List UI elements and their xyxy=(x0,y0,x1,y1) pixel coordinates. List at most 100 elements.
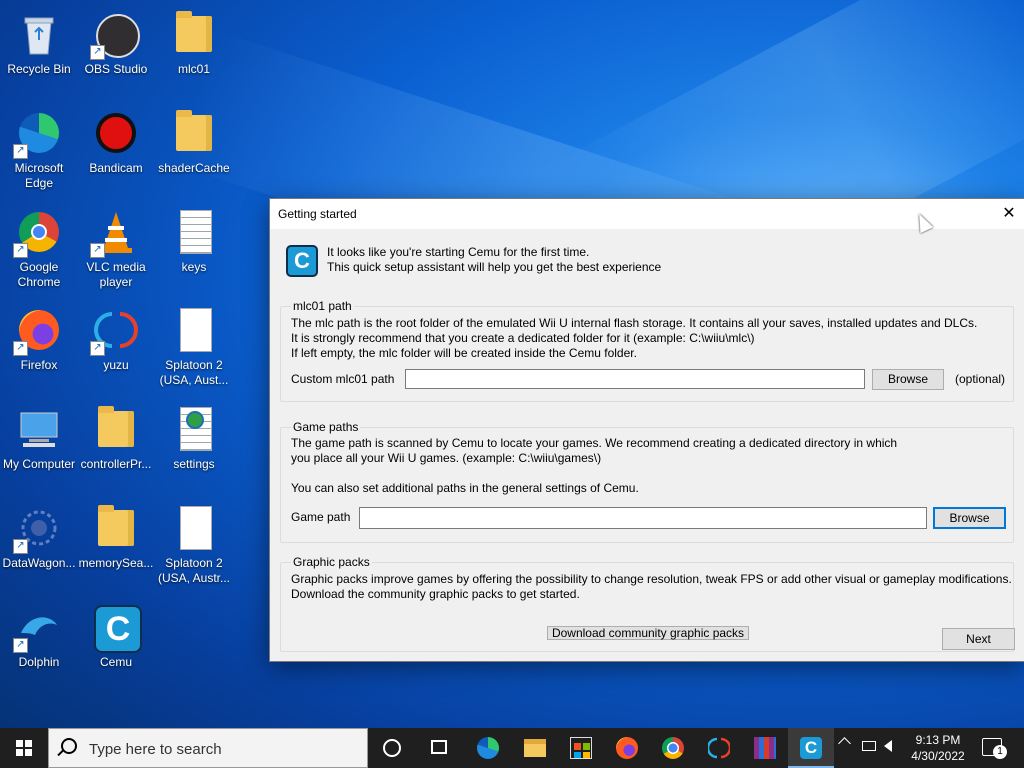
blank-file-icon xyxy=(170,306,218,354)
taskbar-edge-button[interactable] xyxy=(465,728,511,768)
desktop-icon-label: shaderCache xyxy=(158,161,230,175)
firefox-icon xyxy=(616,737,638,759)
custom-mlc01-path-input[interactable] xyxy=(405,369,865,389)
desktop-icon-label: Bandicam xyxy=(89,161,143,175)
desktop-icon-obs-studio[interactable]: ↗ OBS Studio xyxy=(77,4,155,77)
shortcut-arrow-icon: ↗ xyxy=(90,45,105,60)
cortana-button[interactable] xyxy=(369,728,415,768)
mlc-description-line: If left empty, the mlc folder will be cr… xyxy=(291,346,637,360)
mlc01-path-group: mlc01 path The mlc path is the root fold… xyxy=(280,299,1014,402)
mlc01-path-heading: mlc01 path xyxy=(291,299,354,313)
yuzu-icon xyxy=(708,737,730,759)
game-path-input[interactable] xyxy=(359,507,927,529)
desktop-icon-yuzu[interactable]: ↗ yuzu xyxy=(77,300,155,373)
shortcut-arrow-icon: ↗ xyxy=(13,638,28,653)
game-description-line: you place all your Wii U games. (example… xyxy=(291,451,602,465)
taskbar-clock[interactable]: 9:13 PM 4/30/2022 xyxy=(900,732,976,764)
taskbar-cemu-button[interactable]: C xyxy=(788,728,834,768)
desktop-icon-label: Firefox xyxy=(20,358,58,372)
desktop-icon-label: Splatoon 2 (USA, Austr... xyxy=(157,556,231,585)
taskbar-yuzu-button[interactable] xyxy=(696,728,742,768)
next-button[interactable]: Next xyxy=(942,628,1015,650)
folder-icon xyxy=(170,109,218,157)
desktop-icon-keys[interactable]: keys xyxy=(155,202,233,275)
chrome-icon: ↗ xyxy=(13,208,63,258)
custom-mlc01-path-label: Custom mlc01 path xyxy=(291,372,395,386)
desktop-icon-microsoft-edge[interactable]: ↗ Microsoft Edge xyxy=(0,103,78,191)
shortcut-arrow-icon: ↗ xyxy=(90,341,105,356)
text-file-icon xyxy=(170,208,218,256)
taskbar-store-button[interactable] xyxy=(558,728,604,768)
taskbar-winrar-button[interactable] xyxy=(742,728,788,768)
task-view-icon xyxy=(431,740,447,754)
dialog-title: Getting started xyxy=(278,207,357,221)
desktop-icon-my-computer[interactable]: My Computer xyxy=(0,399,78,472)
desktop-icon-cemu[interactable]: C Cemu xyxy=(77,597,155,670)
bandicam-icon xyxy=(92,109,140,157)
game-paths-group: Game paths The game path is scanned by C… xyxy=(280,420,1014,543)
desktop-icon-recycle-bin[interactable]: Recycle Bin xyxy=(0,4,78,77)
desktop-icon-settings[interactable]: settings xyxy=(155,399,233,472)
desktop-icon-google-chrome[interactable]: ↗ Google Chrome xyxy=(0,202,78,290)
folder-icon xyxy=(170,10,218,58)
dialog-titlebar[interactable]: Getting started ✕ xyxy=(270,199,1024,229)
network-icon[interactable] xyxy=(862,741,876,751)
desktop-icon-label: VLC media player xyxy=(86,260,146,289)
task-view-button[interactable] xyxy=(416,728,462,768)
intro-line: This quick setup assistant will help you… xyxy=(327,260,662,274)
winrar-icon xyxy=(754,737,776,759)
desktop-icon-label: controllerPr... xyxy=(80,457,152,471)
desktop-icon-label: yuzu xyxy=(103,358,129,372)
desktop-icon-datawagon[interactable]: ↗ DataWagon... xyxy=(0,498,78,571)
shortcut-arrow-icon: ↗ xyxy=(13,539,28,554)
windows-logo-icon xyxy=(16,740,32,756)
desktop-icon-shadercache[interactable]: shaderCache xyxy=(155,103,233,176)
optional-label: (optional) xyxy=(955,372,1006,386)
game-path-browse-button[interactable]: Browse xyxy=(933,507,1006,529)
desktop-icon-dolphin[interactable]: ↗ Dolphin xyxy=(0,597,78,670)
recycle-bin-icon xyxy=(15,10,63,58)
cortana-circle-icon xyxy=(383,739,401,757)
volume-icon[interactable] xyxy=(884,740,892,752)
desktop-icon-label: Cemu xyxy=(99,655,132,669)
download-graphic-packs-button[interactable]: Download community graphic packs xyxy=(547,626,749,640)
desktop-icon-label: settings xyxy=(173,457,215,471)
desktop-icon-vlc[interactable]: ↗ VLC media player xyxy=(77,202,155,290)
shortcut-arrow-icon: ↗ xyxy=(13,144,28,159)
taskbar-chrome-button[interactable] xyxy=(650,728,696,768)
desktop-icon-controllerprofiles[interactable]: controllerPr... xyxy=(77,399,155,472)
close-icon[interactable]: ✕ xyxy=(994,199,1024,229)
desktop-icon-splatoon-file[interactable]: Splatoon 2 (USA, Aust... xyxy=(155,300,233,388)
desktop-icon-firefox[interactable]: ↗ Firefox xyxy=(0,300,78,373)
desktop-icon-label: OBS Studio xyxy=(84,62,148,76)
dolphin-icon: ↗ xyxy=(13,603,63,653)
notification-center-icon[interactable]: 1 xyxy=(982,738,1007,759)
firefox-icon: ↗ xyxy=(13,306,63,356)
shortcut-arrow-icon: ↗ xyxy=(90,243,105,258)
vlc-cone-icon: ↗ xyxy=(90,208,140,258)
search-icon xyxy=(61,738,77,754)
chevron-up-icon[interactable] xyxy=(838,737,851,750)
graphic-packs-group: Graphic packs Graphic packs improve game… xyxy=(280,555,1014,652)
desktop-icon-bandicam[interactable]: Bandicam xyxy=(77,103,155,176)
desktop-icon-memorysearcher[interactable]: memorySea... xyxy=(77,498,155,571)
mlc01-browse-button[interactable]: Browse xyxy=(872,369,944,390)
clock-date: 4/30/2022 xyxy=(911,749,965,763)
desktop-icon-splatoon-file-2[interactable]: Splatoon 2 (USA, Austr... xyxy=(155,498,233,586)
cemu-icon: C xyxy=(92,603,142,653)
game-path-label: Game path xyxy=(291,510,351,524)
clock-time: 9:13 PM xyxy=(915,733,961,747)
yuzu-icon: ↗ xyxy=(90,306,140,356)
start-button[interactable] xyxy=(0,728,48,768)
graphic-packs-heading: Graphic packs xyxy=(291,555,372,569)
game-description-line: You can also set additional paths in the… xyxy=(291,481,639,495)
mlc-description-line: The mlc path is the root folder of the e… xyxy=(291,316,978,330)
desktop-icon-mlc01[interactable]: mlc01 xyxy=(155,4,233,77)
taskbar-search-box[interactable]: Type here to search xyxy=(48,728,368,768)
getting-started-dialog: Getting started ✕ C It looks like you're… xyxy=(269,198,1024,662)
search-placeholder: Type here to search xyxy=(89,741,222,758)
taskbar-firefox-button[interactable] xyxy=(604,728,650,768)
game-paths-heading: Game paths xyxy=(291,420,361,434)
chrome-icon xyxy=(662,737,684,759)
taskbar-file-explorer-button[interactable] xyxy=(512,728,558,768)
